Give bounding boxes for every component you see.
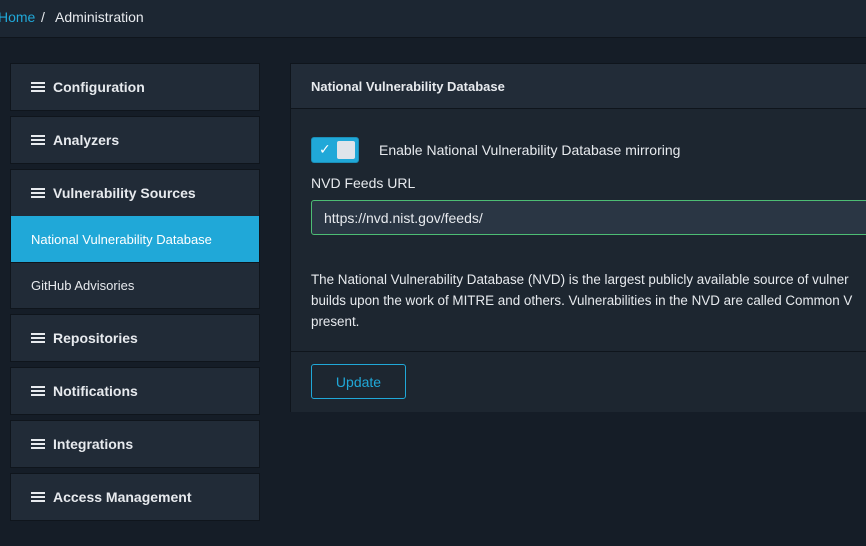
menu-icon [31, 491, 45, 503]
nav-group-integrations: Integrations [10, 420, 260, 468]
feeds-url-label: NVD Feeds URL [311, 175, 416, 191]
nav-header-repositories[interactable]: Repositories [11, 315, 259, 361]
nvd-settings-card: National Vulnerability Database ✓ Enable… [290, 63, 866, 412]
nvd-mirroring-label: Enable National Vulnerability Database m… [379, 142, 681, 158]
menu-icon [31, 332, 45, 344]
nav-header-label: Vulnerability Sources [53, 185, 196, 201]
top-bar: Home / Administration [0, 0, 866, 38]
nav-group-configuration: Configuration [10, 63, 260, 111]
nav-group-access-management: Access Management [10, 473, 260, 521]
card-footer: Update [291, 351, 866, 412]
feeds-url-input[interactable] [311, 200, 866, 235]
nav-item-label: National Vulnerability Database [31, 231, 212, 247]
nvd-mirroring-toggle[interactable]: ✓ [311, 137, 359, 163]
nav-header-label: Notifications [53, 383, 138, 399]
update-button[interactable]: Update [311, 364, 406, 399]
nav-group-analyzers: Analyzers [10, 116, 260, 164]
nav-header-label: Analyzers [53, 132, 120, 148]
nav-header-analyzers[interactable]: Analyzers [11, 117, 259, 163]
nav-header-label: Access Management [53, 489, 192, 505]
breadcrumb-separator: / [41, 9, 45, 25]
nav-header-label: Integrations [53, 436, 134, 452]
card-title: National Vulnerability Database [291, 64, 866, 109]
nav-item-github-advisories[interactable]: GitHub Advisories [11, 262, 259, 308]
toggle-knob [337, 141, 355, 159]
nav-header-configuration[interactable]: Configuration [11, 64, 259, 110]
nav-group-repositories: Repositories [10, 314, 260, 362]
nav-group-notifications: Notifications [10, 367, 260, 415]
menu-icon [31, 81, 45, 93]
nav-header-integrations[interactable]: Integrations [11, 421, 259, 467]
breadcrumb-current: Administration [55, 9, 144, 25]
check-icon: ✓ [319, 141, 331, 157]
nav-header-notifications[interactable]: Notifications [11, 368, 259, 414]
breadcrumb-home-link[interactable]: Home [0, 0, 35, 34]
nav-header-vulnerability-sources[interactable]: Vulnerability Sources [11, 170, 259, 216]
nav-group-vulnerability-sources: Vulnerability Sources National Vulnerabi… [10, 169, 260, 309]
nav-header-label: Repositories [53, 330, 138, 346]
description-line: builds upon the work of MITRE and others… [311, 293, 853, 308]
description-line: present. [311, 314, 360, 329]
nav-header-label: Configuration [53, 79, 145, 95]
menu-icon [31, 187, 45, 199]
nvd-description: The National Vulnerability Database (NVD… [311, 269, 866, 332]
menu-icon [31, 134, 45, 146]
menu-icon [31, 438, 45, 450]
nav-item-label: GitHub Advisories [31, 278, 135, 293]
description-line: The National Vulnerability Database (NVD… [311, 272, 849, 287]
menu-icon [31, 385, 45, 397]
nav-item-national-vulnerability-database[interactable]: National Vulnerability Database [11, 216, 259, 262]
nav-header-access-management[interactable]: Access Management [11, 474, 259, 520]
